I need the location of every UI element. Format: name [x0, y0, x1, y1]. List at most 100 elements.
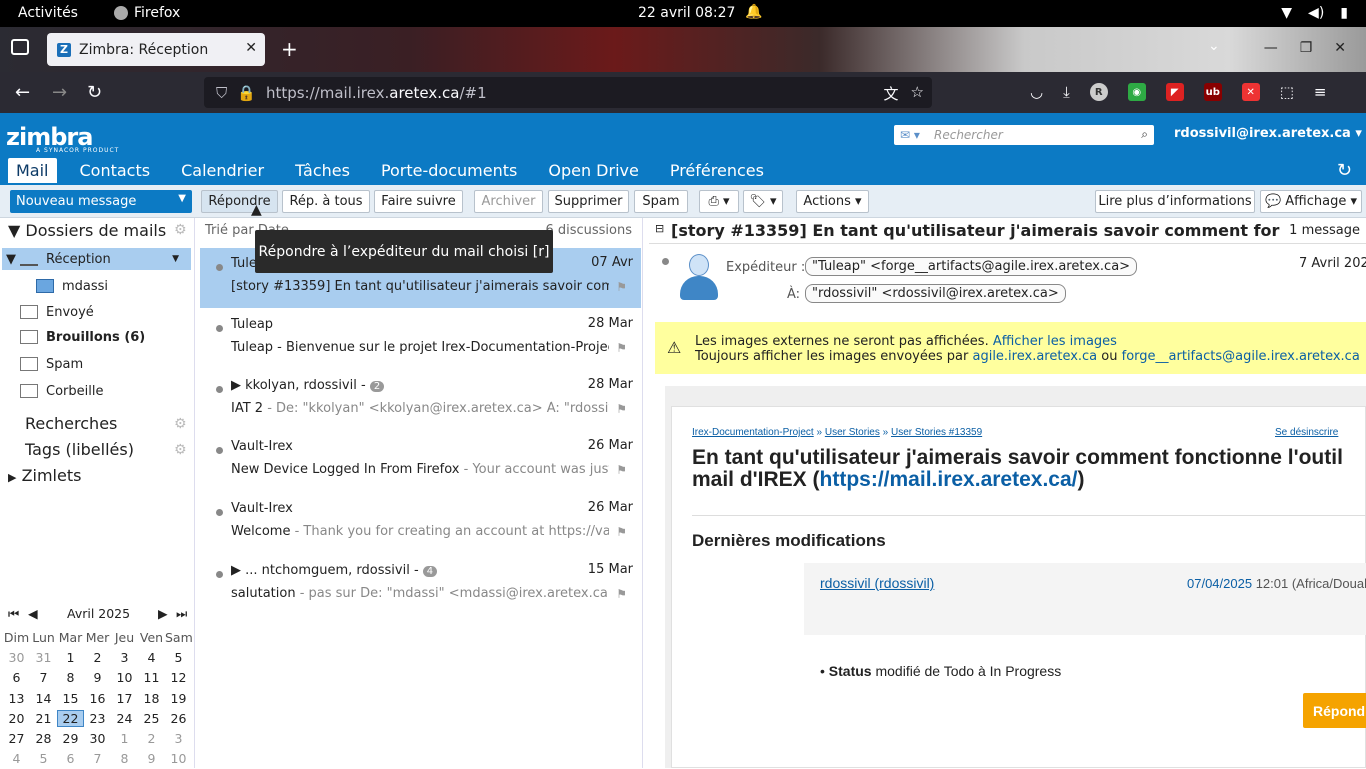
search-input[interactable]: Rechercher [934, 128, 1003, 142]
archive-button[interactable]: Archiver [474, 190, 543, 213]
forward-icon[interactable]: → [52, 82, 67, 103]
calendar-day[interactable]: 1 [111, 731, 138, 746]
flag-icon[interactable]: ⚑ [616, 587, 627, 601]
calendar-day[interactable]: 22 [57, 709, 84, 727]
zimbra-logo[interactable]: zimbra A SYNACOR PRODUCT [6, 123, 119, 154]
pocket-icon[interactable]: ◡ [1030, 83, 1043, 101]
calendar-day[interactable]: 6 [57, 751, 84, 766]
back-icon[interactable]: ← [15, 82, 30, 103]
to-address[interactable]: "rdossivil" <rdossivil@irex.aretex.ca> [805, 284, 1066, 303]
read-dot[interactable] [216, 325, 223, 332]
email-reply-button[interactable]: Répondre [1303, 693, 1366, 728]
list-tabs-icon[interactable]: ⌄ [1208, 38, 1220, 54]
calendar-day[interactable]: 15 [57, 691, 84, 706]
calendar-day[interactable]: 3 [111, 650, 138, 665]
zimlets-header[interactable]: ▶ Zimlets [8, 466, 81, 485]
system-tray[interactable]: ▼ ◀) ▮ [1281, 5, 1348, 21]
actions-button[interactable]: Actions ▾ [796, 190, 869, 213]
read-dot[interactable] [216, 571, 223, 578]
calendar-day[interactable]: 29 [57, 731, 84, 746]
calendar-day[interactable]: 6 [3, 670, 30, 685]
calendar-day[interactable]: 3 [165, 731, 192, 746]
calendar-day[interactable]: 21 [30, 711, 57, 726]
flag-icon[interactable]: ⚑ [616, 341, 627, 355]
folder-spam[interactable]: Spam [0, 353, 194, 375]
calendar-day[interactable]: 7 [30, 670, 57, 685]
tab-mail[interactable]: Mail [8, 158, 57, 183]
show-images-link[interactable]: Afficher les images [993, 334, 1117, 349]
extensions-icon[interactable]: ⬚ [1280, 83, 1294, 101]
extension-green-icon[interactable]: ◉ [1127, 83, 1146, 101]
spam-button[interactable]: Spam [634, 190, 688, 213]
tab-tasks[interactable]: Tâches [295, 158, 350, 183]
bookmark-star-icon[interactable]: ☆ [911, 83, 924, 104]
read-dot[interactable] [216, 386, 223, 393]
calendar-day[interactable]: 16 [84, 691, 111, 706]
gear-icon[interactable]: ⚙ [174, 442, 187, 458]
gear-icon[interactable]: ⚙ [174, 222, 187, 238]
message-row[interactable]: ▶ kkolyan, rdossivil - 2 28 Mar IAT 2 - De… [200, 370, 641, 430]
flag-icon[interactable]: ⚑ [616, 402, 627, 416]
change-author-link[interactable]: rdossivil (rdossivil) [820, 575, 934, 591]
calendar-day[interactable]: 9 [84, 670, 111, 685]
mail-folders-header[interactable]: ▼ Dossiers de mails [8, 221, 166, 240]
message-row[interactable]: Vault-Irex 26 Mar Welcome - Thank you for … [200, 493, 641, 553]
close-tab-icon[interactable]: ✕ [245, 40, 257, 56]
calendar-day[interactable]: 1 [57, 650, 84, 665]
calendar-day[interactable]: 4 [138, 650, 165, 665]
flag-icon[interactable]: ⚑ [616, 463, 627, 477]
app-menu[interactable]: Firefox [114, 5, 180, 21]
calendar-day[interactable]: 4 [3, 751, 30, 766]
folder-inbox[interactable]: ▼ Réception ▼ [2, 248, 191, 270]
next-month-icon[interactable]: ▶ [158, 606, 168, 621]
tab-preferences[interactable]: Préférences [670, 158, 764, 183]
calendar-day[interactable]: 31 [30, 650, 57, 665]
calendar-day[interactable]: 30 [3, 650, 30, 665]
url-bar[interactable]: ⛉ 🔒 https://mail.irex.aretex.ca/#1 文 ☆ [204, 77, 932, 108]
reply-button[interactable]: Répondre [201, 190, 278, 213]
tag-button[interactable]: 🏷 ▾ [743, 190, 783, 213]
collapse-icon[interactable]: ⊟ [655, 222, 664, 235]
reply-all-button[interactable]: Rép. à tous [282, 190, 370, 213]
new-message-button[interactable]: Nouveau message ▼ [10, 190, 192, 213]
translate-icon[interactable]: 文 [884, 83, 899, 104]
splitter[interactable] [642, 218, 648, 768]
always-show-sender-link[interactable]: forge__artifacts@agile.irex.aretex.ca [1122, 349, 1360, 364]
calendar-day[interactable]: 26 [165, 711, 192, 726]
calendar-day[interactable]: 23 [84, 711, 111, 726]
searches-header[interactable]: Recherches [25, 414, 117, 433]
mail-url-link[interactable]: https://mail.irex.aretex.ca/ [820, 468, 1078, 491]
tab-overview-icon[interactable] [11, 39, 29, 55]
message-row[interactable]: ▶ ... ntchomguem, rdossivil - 4 15 Mar sal… [200, 555, 641, 615]
crumb-user-stories[interactable]: User Stories [825, 427, 880, 438]
refresh-icon[interactable]: ↻ [1337, 160, 1352, 181]
flag-icon[interactable]: ⚑ [616, 525, 627, 539]
calendar-day[interactable]: 9 [138, 751, 165, 766]
calendar-day[interactable]: 2 [138, 731, 165, 746]
calendar-day[interactable]: 30 [84, 731, 111, 746]
close-window-icon[interactable]: ✕ [1334, 40, 1346, 56]
calendar-day[interactable]: 18 [138, 691, 165, 706]
flag-icon[interactable]: ⚑ [616, 280, 627, 294]
tab-contacts[interactable]: Contacts [80, 158, 151, 183]
message-row[interactable]: Vault-Irex 26 Mar New Device Logged In Fro… [200, 431, 641, 491]
tab-open-drive[interactable]: Open Drive [548, 158, 638, 183]
menu-icon[interactable]: ≡ [1314, 83, 1327, 101]
crumb-story[interactable]: User Stories #13359 [891, 427, 982, 438]
user-menu[interactable]: rdossivil@irex.aretex.ca ▾ [1174, 126, 1362, 141]
ublock-icon[interactable]: ub [1203, 83, 1222, 101]
new-tab-icon[interactable]: + [281, 37, 298, 61]
crumb-project[interactable]: Irex-Documentation-Project [692, 427, 814, 438]
calendar-day[interactable]: 25 [138, 711, 165, 726]
read-dot[interactable] [662, 258, 669, 265]
calendar-day[interactable]: 19 [165, 691, 192, 706]
minimize-icon[interactable]: — [1264, 40, 1278, 56]
prev-year-icon[interactable]: ⏮ [8, 606, 19, 622]
extension-red-icon[interactable]: ◤ [1165, 83, 1184, 101]
folder-trash[interactable]: Corbeille [0, 380, 194, 402]
search-icon[interactable]: ⌕ [1141, 127, 1148, 142]
folder-mdassi[interactable]: mdassi [0, 275, 194, 297]
search-type-mail-icon[interactable]: ✉ ▾ [894, 128, 934, 142]
search-field[interactable]: ✉ ▾ Rechercher ⌕ [894, 125, 1154, 145]
calendar-day[interactable]: 27 [3, 731, 30, 746]
